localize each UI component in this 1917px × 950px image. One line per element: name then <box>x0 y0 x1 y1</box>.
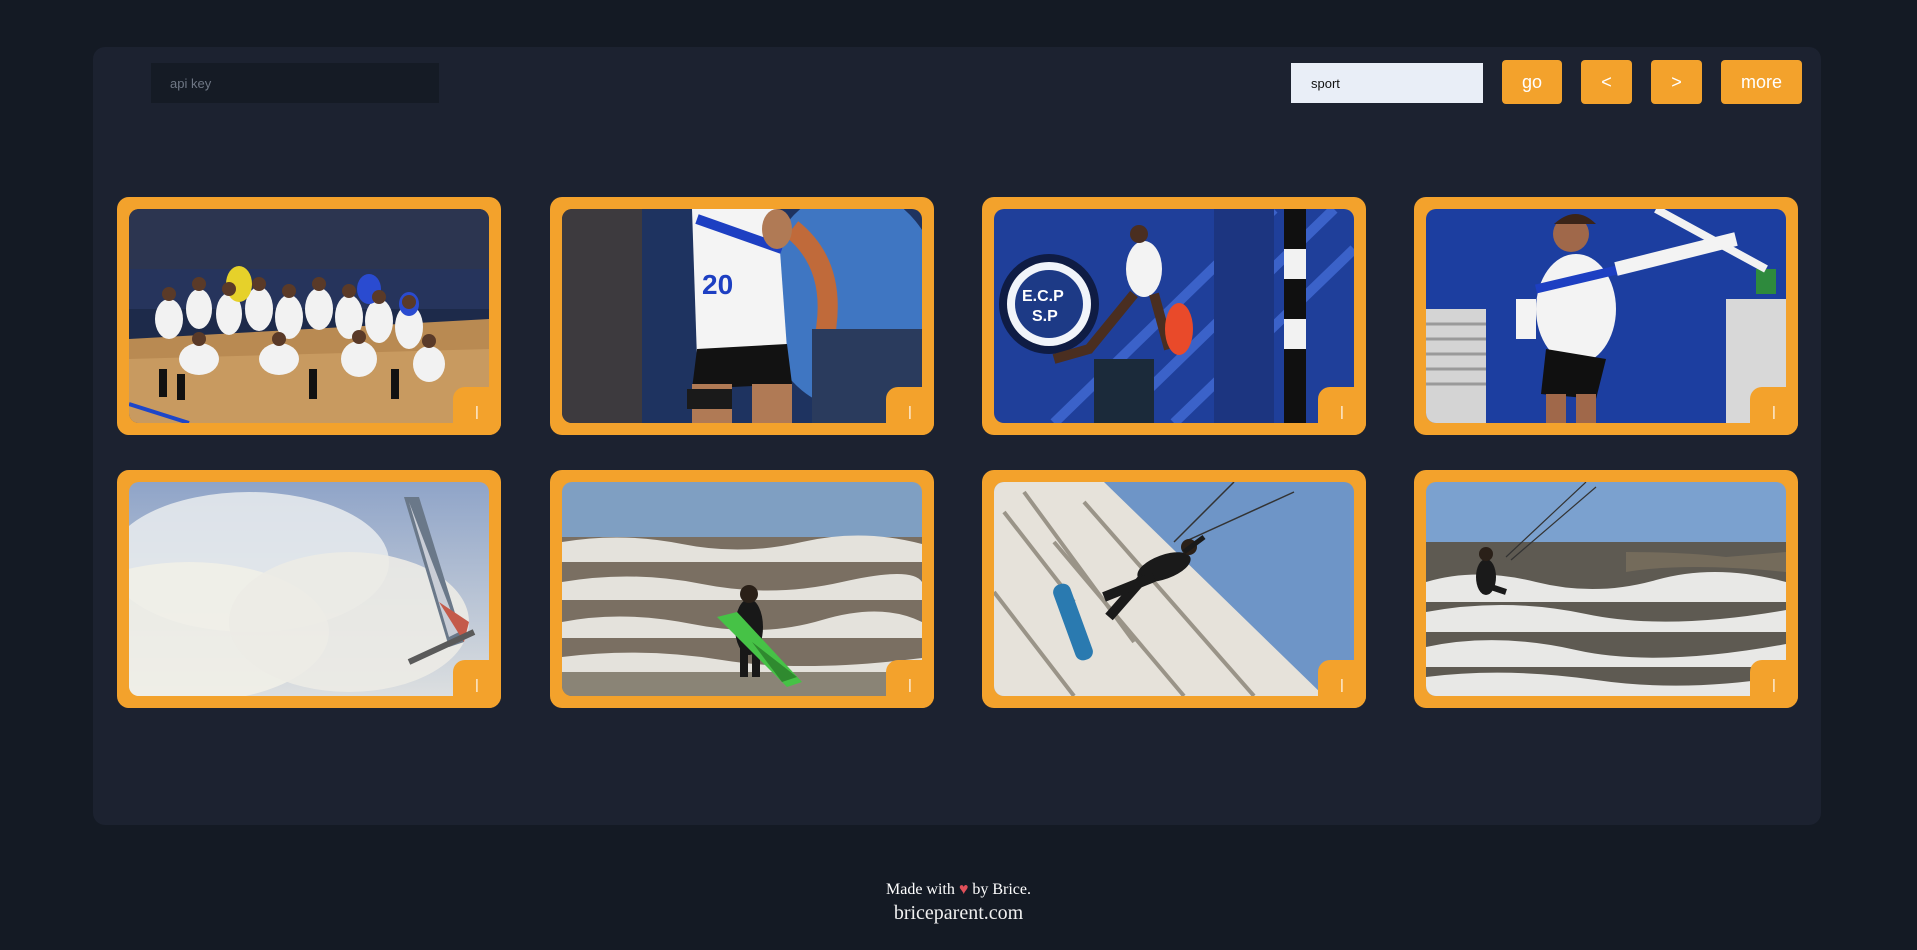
image-card[interactable]: | <box>550 470 934 708</box>
image-card[interactable]: | <box>982 470 1366 708</box>
image-card[interactable]: | <box>1414 197 1798 435</box>
more-button[interactable]: more <box>1721 60 1802 104</box>
next-page-button[interactable]: > <box>1651 60 1702 104</box>
card-action-button[interactable]: | <box>1750 660 1798 708</box>
go-button[interactable]: go <box>1502 60 1562 104</box>
photo-windsurf-spray[interactable] <box>129 482 489 696</box>
photo-player-throwing[interactable] <box>1426 209 1786 423</box>
by-text: by Brice. <box>972 881 1032 898</box>
card-action-button[interactable]: | <box>453 387 501 435</box>
photo-kitesurfer-jump[interactable] <box>994 482 1354 696</box>
image-card[interactable]: | <box>1414 470 1798 708</box>
image-card[interactable]: | <box>117 197 501 435</box>
made-with-text: Made with <box>885 881 955 898</box>
svg-text:E.C.P: E.C.P <box>1022 288 1064 305</box>
photo-handball-jump[interactable]: E.C.P S.P <box>994 209 1354 423</box>
svg-text:20: 20 <box>702 269 733 300</box>
svg-text:S.P: S.P <box>1032 308 1058 325</box>
photo-surfer-waves[interactable] <box>562 482 922 696</box>
heart-icon: ♥ <box>958 881 969 898</box>
site-link[interactable]: briceparent.com <box>894 900 1023 926</box>
previous-page-button[interactable]: < <box>1581 60 1632 104</box>
search-input[interactable] <box>1291 63 1483 103</box>
card-action-button[interactable]: | <box>886 387 934 435</box>
footer-credit: Made with ♥ by Brice. <box>0 880 1917 900</box>
card-action-button[interactable]: | <box>453 660 501 708</box>
main-panel: go < > more <box>93 47 1821 825</box>
image-card[interactable]: E.C.P S.P | <box>982 197 1366 435</box>
photo-kitesurfer-rough-sea[interactable] <box>1426 482 1786 696</box>
image-card[interactable]: 20 | <box>550 197 934 435</box>
image-card[interactable]: | <box>117 470 501 708</box>
card-action-button[interactable]: | <box>1318 387 1366 435</box>
api-key-input[interactable] <box>151 63 439 103</box>
card-action-button[interactable]: | <box>1750 387 1798 435</box>
card-action-button[interactable]: | <box>886 660 934 708</box>
photo-team-indoor-court[interactable] <box>129 209 489 423</box>
card-action-button[interactable]: | <box>1318 660 1366 708</box>
footer: Made with ♥ by Brice. briceparent.com <box>0 880 1917 926</box>
photo-player-thumbs-up[interactable]: 20 <box>562 209 922 423</box>
